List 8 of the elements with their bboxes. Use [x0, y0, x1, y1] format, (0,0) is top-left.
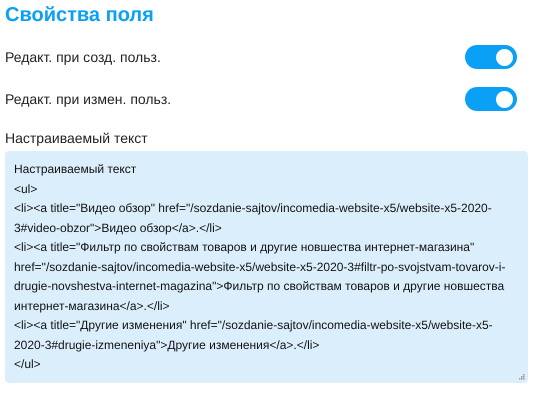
toggle-label: Редакт. при измен. польз. [5, 90, 172, 109]
field-label: Настраиваемый текст [5, 129, 148, 147]
toggle-label: Редакт. при созд. польз. [5, 48, 161, 67]
text-area-field[interactable]: Настраиваемый текст <ul> <li><a title="Видео обзор" href="/sozdanie-sajtov/incomedia-website-x5/website-x5-2020-3#video-obzor">Видео обзор</a>.</li> <li><a title="Фильтр по свойствам товаров и другие новшества интернет-магазина" href="/sozdanie-sajtov/incomedia-website-x5/website-x5-2020-3#filtr-po-svojstvam-tovarov-i-drugie-novshestva-internet-magazina">Фильтр по свойствам товаров и другие новшества интернет-магазина</a>.</li> <li><a title="Другие изменения" href="/sozdanie-sajtov/incomedia-website-x5/website-x5-2020-3#drugie-izmeneniya">Другие изменения</a>.</li> </ul> [5, 151, 528, 383]
resize-handle-icon[interactable] [518, 373, 525, 380]
toggle-switch[interactable] [465, 45, 517, 69]
toggle-switch[interactable] [465, 87, 517, 111]
section-title: Свойства поля [5, 3, 154, 27]
